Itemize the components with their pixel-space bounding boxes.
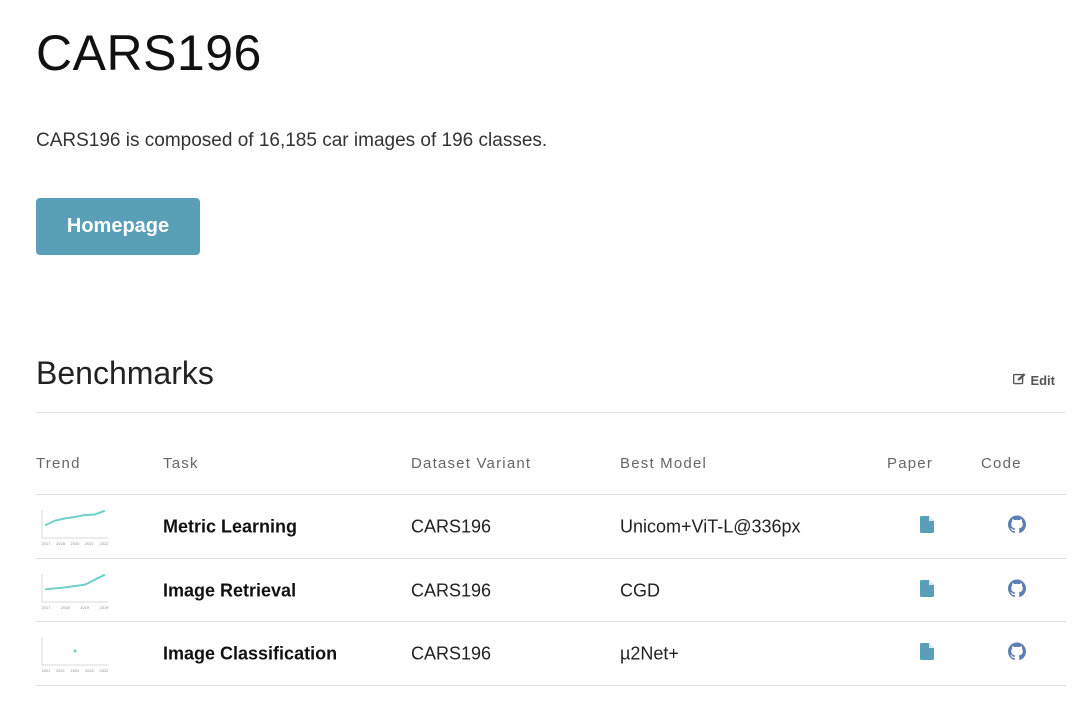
table-row[interactable]: 2017 2018 2019 2019 Image Retrieval CARS196… xyxy=(36,558,1066,622)
trend-sparkline[interactable]: 2017 2018 2019 2019 xyxy=(36,570,112,612)
trend-tick-label: 2021 xyxy=(42,669,51,673)
task-link[interactable]: Image Retrieval xyxy=(163,580,296,601)
trend-tick-label: 2019 xyxy=(100,606,109,610)
column-header-code: Code xyxy=(981,455,1022,472)
trend-sparkline[interactable]: 2017 2018 2020 2021 2022 xyxy=(36,506,112,548)
trend-tick-label: 2022 xyxy=(71,669,80,673)
trend-tick-label: 2017 xyxy=(42,542,51,546)
github-icon[interactable] xyxy=(1008,515,1026,538)
table-header: Trend Task Dataset Variant Best Model Pa… xyxy=(0,455,1085,475)
column-header-trend: Trend xyxy=(36,455,81,472)
column-header-model: Best Model xyxy=(620,455,708,472)
trend-point xyxy=(73,649,77,652)
trend-tick-label: 2022 xyxy=(100,542,109,546)
task-link[interactable]: Image Classification xyxy=(163,643,337,664)
column-header-variant: Dataset Variant xyxy=(411,455,532,472)
paper-icon[interactable] xyxy=(920,642,934,665)
best-model: Unicom+ViT-L@336px xyxy=(620,516,801,536)
trend-chart: 2017 2018 2019 2019 xyxy=(41,573,109,610)
table-row[interactable]: 2021 2021 2022 2022 2022 Image Classificatio… xyxy=(36,621,1066,686)
trend-tick-label: 2017 xyxy=(42,606,51,610)
paper-icon[interactable] xyxy=(920,579,934,602)
dataset-variant: CARS196 xyxy=(411,580,492,600)
dataset-description: CARS196 is composed of 16,185 car images… xyxy=(36,130,548,151)
trend-tick-label: 2021 xyxy=(56,669,65,673)
trend-tick-label: 2022 xyxy=(100,669,109,673)
column-header-paper: Paper xyxy=(887,455,934,472)
table-row[interactable]: 2017 2018 2020 2021 2022 Metric Learning CAR… xyxy=(36,494,1066,558)
trend-chart: 2017 2018 2020 2021 2022 xyxy=(41,509,109,546)
trend-tick-label: 2020 xyxy=(71,542,80,546)
trend-tick-label: 2019 xyxy=(80,606,89,610)
page-title: CARS196 xyxy=(36,25,262,81)
github-icon[interactable] xyxy=(1008,642,1026,665)
trend-sparkline[interactable]: 2021 2021 2022 2022 2022 xyxy=(36,633,112,675)
trend-line xyxy=(44,573,106,590)
benchmarks-heading: Benchmarks xyxy=(36,355,214,391)
homepage-button[interactable]: Homepage xyxy=(36,198,200,255)
benchmarks-divider xyxy=(36,412,1066,413)
dataset-variant: CARS196 xyxy=(411,643,492,663)
dataset-variant: CARS196 xyxy=(411,516,492,536)
trend-tick-label: 2018 xyxy=(61,606,70,610)
edit-link[interactable]: Edit xyxy=(1013,373,1055,388)
column-header-task: Task xyxy=(163,455,199,472)
trend-line xyxy=(44,509,106,526)
github-icon[interactable] xyxy=(1008,579,1026,602)
best-model: µ2Net+ xyxy=(620,643,679,663)
trend-chart: 2021 2021 2022 2022 2022 xyxy=(41,636,109,673)
paper-icon[interactable] xyxy=(920,515,934,538)
task-link[interactable]: Metric Learning xyxy=(163,516,297,537)
edit-label: Edit xyxy=(1030,373,1055,388)
best-model: CGD xyxy=(620,580,660,600)
trend-tick-label: 2021 xyxy=(85,542,94,546)
trend-tick-label: 2022 xyxy=(85,669,94,673)
trend-tick-label: 2018 xyxy=(56,542,65,546)
edit-icon xyxy=(1013,373,1026,388)
